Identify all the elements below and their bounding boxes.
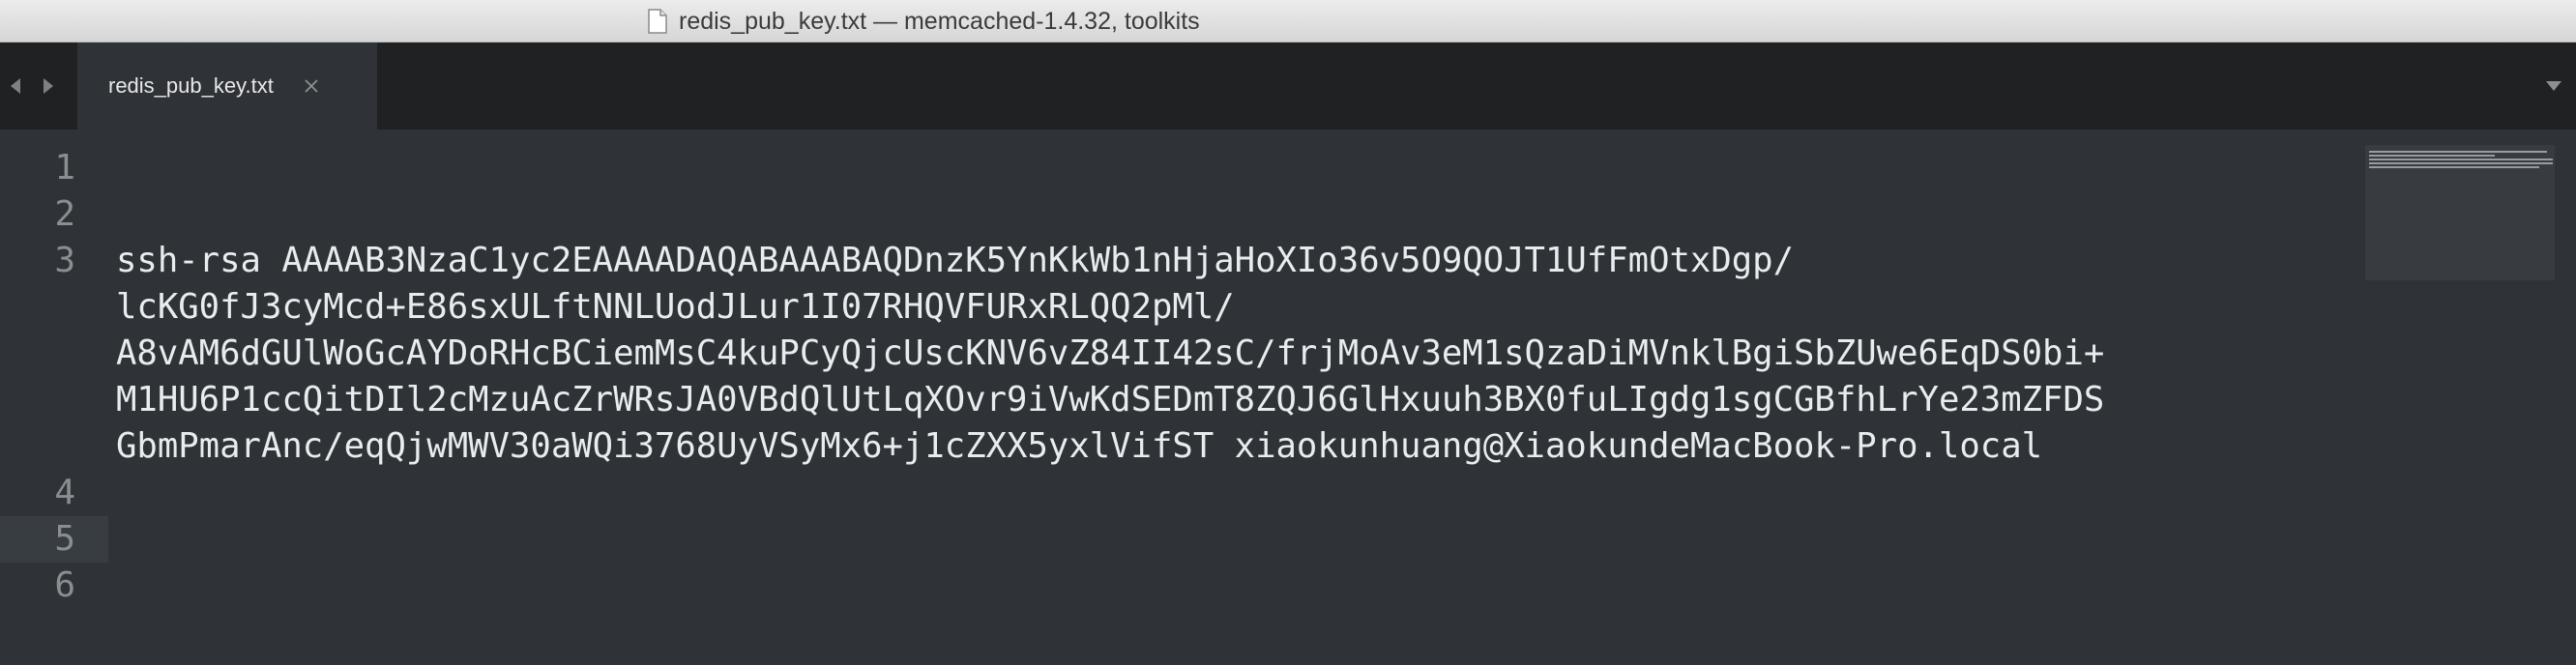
- tab-label: redis_pub_key.txt: [108, 73, 274, 98]
- minimap[interactable]: [2365, 145, 2555, 280]
- title-bar[interactable]: redis_pub_key.txt — memcached-1.4.32, to…: [0, 0, 2576, 43]
- next-tab-icon[interactable]: [41, 76, 56, 96]
- line-number: 4: [54, 473, 75, 512]
- line-number: 1: [54, 148, 75, 188]
- minimap-line: [2369, 162, 2553, 164]
- code-line-wrapped[interactable]: lcKG0fJ3cyMcd+E86sxULftNNLUodJLur1I07RHQ…: [116, 284, 1235, 331]
- close-tab-icon[interactable]: [303, 77, 320, 95]
- tab-redis-pub-key[interactable]: redis_pub_key.txt: [77, 43, 377, 130]
- code-line-wrapped[interactable]: M1HU6P1ccQitDIl2cMzuAcZrWRsJA0VBdQlUtLqX…: [116, 377, 2104, 423]
- previous-tab-icon[interactable]: [8, 76, 23, 96]
- window-title: redis_pub_key.txt — memcached-1.4.32, to…: [679, 7, 1200, 35]
- tab-navigation: [8, 43, 56, 130]
- minimap-line: [2369, 159, 2553, 160]
- tab-bar: redis_pub_key.txt: [0, 43, 2576, 130]
- line-number: 6: [54, 565, 75, 605]
- line-number: 3: [54, 241, 75, 280]
- tab-list-dropdown[interactable]: [2539, 43, 2568, 130]
- code-line[interactable]: ssh-rsa AAAAB3NzaC1yc2EAAAADAQABAAABAQDn…: [116, 238, 1794, 284]
- minimap-line: [2369, 151, 2547, 153]
- code-line-wrapped[interactable]: GbmPmarAnc/eqQjwMWV30aWQi3768UyVSyMx6+j1…: [116, 423, 2042, 470]
- window-title-group: redis_pub_key.txt — memcached-1.4.32, to…: [648, 0, 1200, 43]
- minimap-line: [2369, 166, 2539, 168]
- code-line-wrapped[interactable]: A8vAM6dGUlWoGcAYDoRHcBCiemMsC4kuPCyQjcUs…: [116, 331, 2104, 377]
- line-number: 2: [54, 194, 75, 234]
- minimap-line: [2369, 155, 2495, 157]
- line-number: 5: [54, 519, 75, 559]
- text-document-icon: [648, 9, 667, 34]
- editor-area[interactable]: 1 2 3 4 5 6 ssh-rsa AAAAB3NzaC1yc2EAAAAD…: [0, 130, 2576, 665]
- chevron-down-icon: [2546, 81, 2561, 91]
